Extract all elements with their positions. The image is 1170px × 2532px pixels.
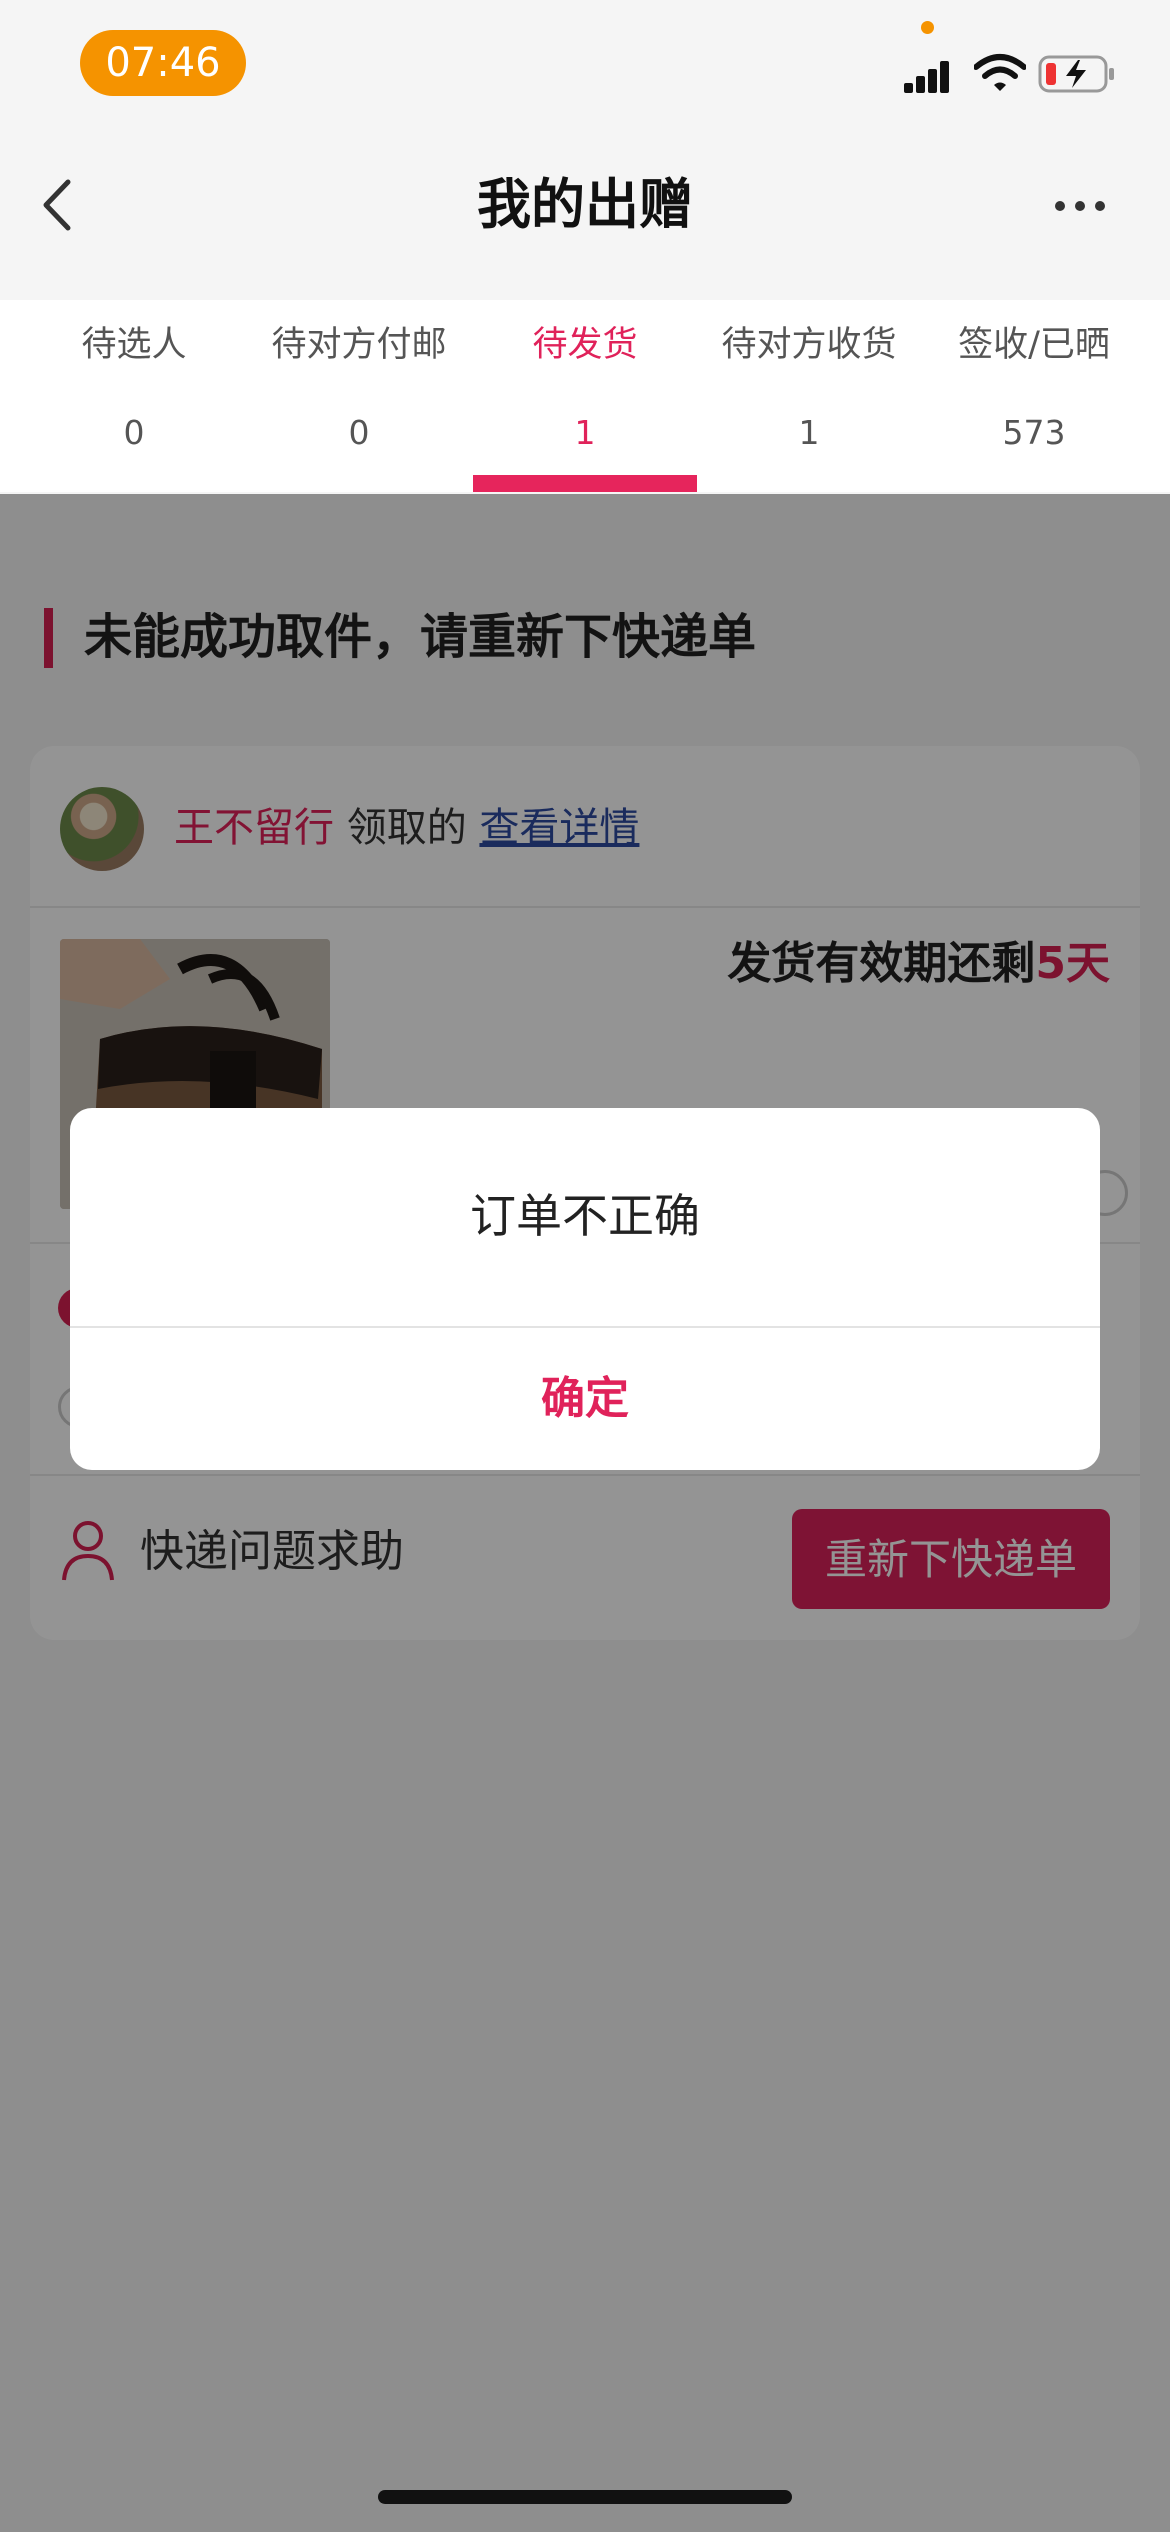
tab-received-shown[interactable]: 签收/已晒 573 xyxy=(922,300,1146,492)
confirm-button[interactable]: 确定 xyxy=(70,1328,1100,1470)
page-title: 我的出赠 xyxy=(477,173,693,236)
tab-label: 待选人 xyxy=(81,325,187,365)
tab-pending-receipt[interactable]: 待对方收货 1 xyxy=(697,300,921,492)
home-indicator[interactable] xyxy=(378,2490,792,2504)
tab-label: 签收/已晒 xyxy=(958,325,1110,365)
privacy-indicator-dot xyxy=(921,21,934,34)
tab-pending-postage[interactable]: 待对方付邮 0 xyxy=(247,300,471,492)
status-time: 07:46 xyxy=(80,30,246,96)
tab-count: 573 xyxy=(1002,413,1066,452)
battery-charging-icon xyxy=(1038,55,1114,93)
alert-dialog: 订单不正确 确定 xyxy=(70,1108,1100,1470)
modal-overlay[interactable] xyxy=(0,494,1170,2532)
tab-pending-shipment[interactable]: 待发货 1 xyxy=(473,300,697,492)
tab-label: 待对方收货 xyxy=(721,325,897,365)
status-tabs: 待选人 0 待对方付邮 0 待发货 1 待对方收货 1 签收/已晒 573 xyxy=(0,300,1170,492)
more-options-icon[interactable] xyxy=(1040,180,1120,230)
tab-label: 待发货 xyxy=(532,325,638,365)
tab-count: 1 xyxy=(798,413,820,452)
tab-count: 0 xyxy=(348,413,370,452)
tab-pending-select[interactable]: 待选人 0 xyxy=(22,300,246,492)
active-tab-indicator xyxy=(473,475,697,492)
tab-count: 1 xyxy=(574,413,596,452)
wifi-icon xyxy=(974,54,1026,91)
cellular-signal-icon xyxy=(904,61,949,93)
dialog-message: 订单不正确 xyxy=(470,1189,700,1243)
tab-label: 待对方付邮 xyxy=(271,325,447,365)
tab-count: 0 xyxy=(123,413,145,452)
